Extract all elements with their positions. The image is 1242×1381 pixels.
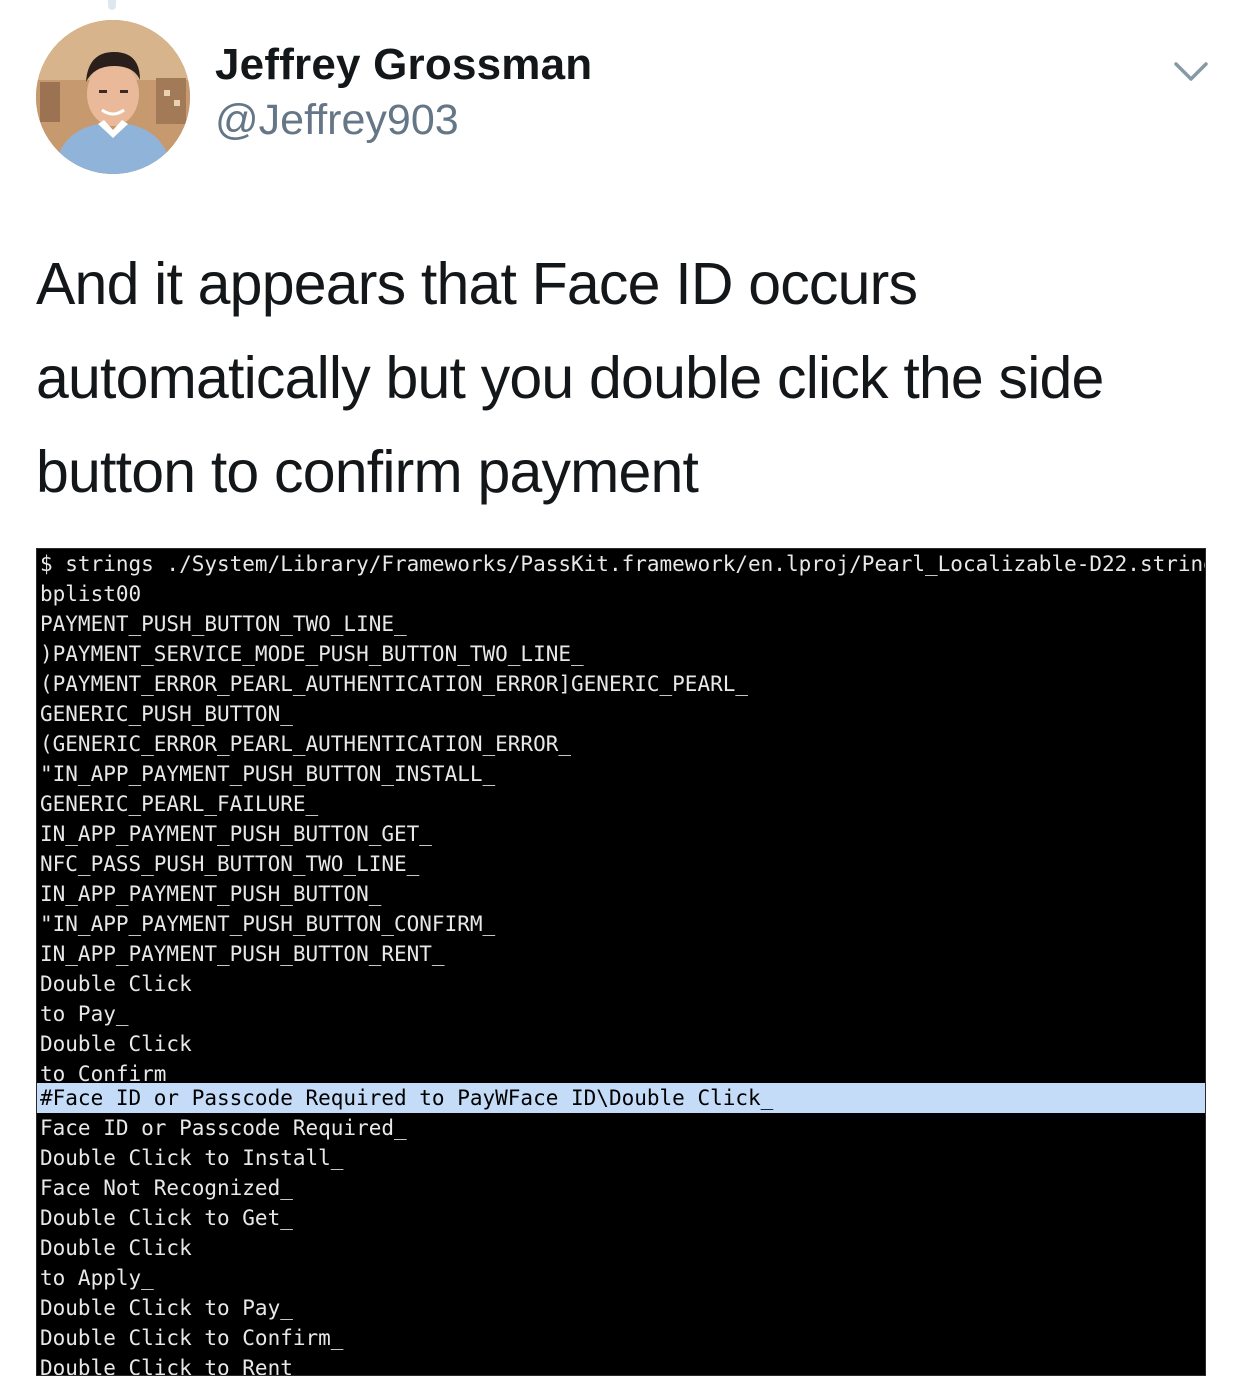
terminal-output-line: PAYMENT_PUSH_BUTTON_TWO_LINE_ xyxy=(40,612,407,636)
avatar[interactable] xyxy=(36,20,190,174)
terminal-output-line: Double Click xyxy=(40,972,192,996)
terminal-output-line: (GENERIC_ERROR_PEARL_AUTHENTICATION_ERRO… xyxy=(40,732,572,756)
terminal-output-line: bplist00 xyxy=(40,582,142,606)
terminal-output-line: "IN_APP_PAYMENT_PUSH_BUTTON_CONFIRM_ xyxy=(40,912,496,936)
terminal-output-line: Double Click to Pay_ xyxy=(40,1296,293,1320)
tweet-text-line: automatically but you double click the s… xyxy=(36,345,1104,411)
terminal-output-line: IN_APP_PAYMENT_PUSH_BUTTON_RENT_ xyxy=(40,942,445,966)
terminal-output-line: Double Click to Get_ xyxy=(40,1206,293,1230)
terminal-output-line: NFC_PASS_PUSH_BUTTON_TWO_LINE_ xyxy=(40,852,420,876)
terminal-output-line: (PAYMENT_ERROR_PEARL_AUTHENTICATION_ERRO… xyxy=(40,672,749,696)
terminal-output-line: Face ID or Passcode Required_ xyxy=(40,1116,407,1140)
tweet-text-line: And it appears that Face ID occurs xyxy=(36,251,918,317)
terminal-command-line: $ strings ./System/Library/Frameworks/Pa… xyxy=(40,552,1206,576)
chevron-down-icon[interactable] xyxy=(1170,56,1212,86)
terminal-output-line: Double Click xyxy=(40,1236,192,1260)
terminal-output-line: to Apply_ xyxy=(40,1266,154,1290)
avatar-image xyxy=(36,20,190,174)
terminal-output-line: Double Click to Install_ xyxy=(40,1146,344,1170)
author-handle[interactable]: @Jeffrey903 xyxy=(215,96,459,145)
terminal-highlighted-line: #Face ID or Passcode Required to PayWFac… xyxy=(37,1083,1205,1113)
terminal-output-line: )PAYMENT_SERVICE_MODE_PUSH_BUTTON_TWO_LI… xyxy=(40,642,584,666)
terminal-screenshot[interactable]: $ strings ./System/Library/Frameworks/Pa… xyxy=(36,548,1206,1376)
terminal-output-line: Double Click to Confirm_ xyxy=(40,1326,344,1350)
tweet-text: And it appears that Face ID occurs autom… xyxy=(36,237,1216,519)
terminal-output-line: GENERIC_PEARL_FAILURE_ xyxy=(40,792,319,816)
terminal-output-line: to Pay_ xyxy=(40,1002,129,1026)
terminal-output-line: "IN_APP_PAYMENT_PUSH_BUTTON_INSTALL_ xyxy=(40,762,496,786)
terminal-output-line: IN_APP_PAYMENT_PUSH_BUTTON_GET_ xyxy=(40,822,432,846)
terminal-output-line: GENERIC_PUSH_BUTTON_ xyxy=(40,702,293,726)
author-display-name[interactable]: Jeffrey Grossman xyxy=(215,40,592,90)
terminal-output-line: Face Not Recognized_ xyxy=(40,1176,293,1200)
terminal-output-line: Double Click xyxy=(40,1032,192,1056)
tweet-text-line: button to confirm payment xyxy=(36,439,699,505)
thread-connector xyxy=(108,0,116,10)
terminal-output-line: IN_APP_PAYMENT_PUSH_BUTTON_ xyxy=(40,882,382,906)
terminal-output-line: Double Click to Rent xyxy=(40,1356,293,1376)
